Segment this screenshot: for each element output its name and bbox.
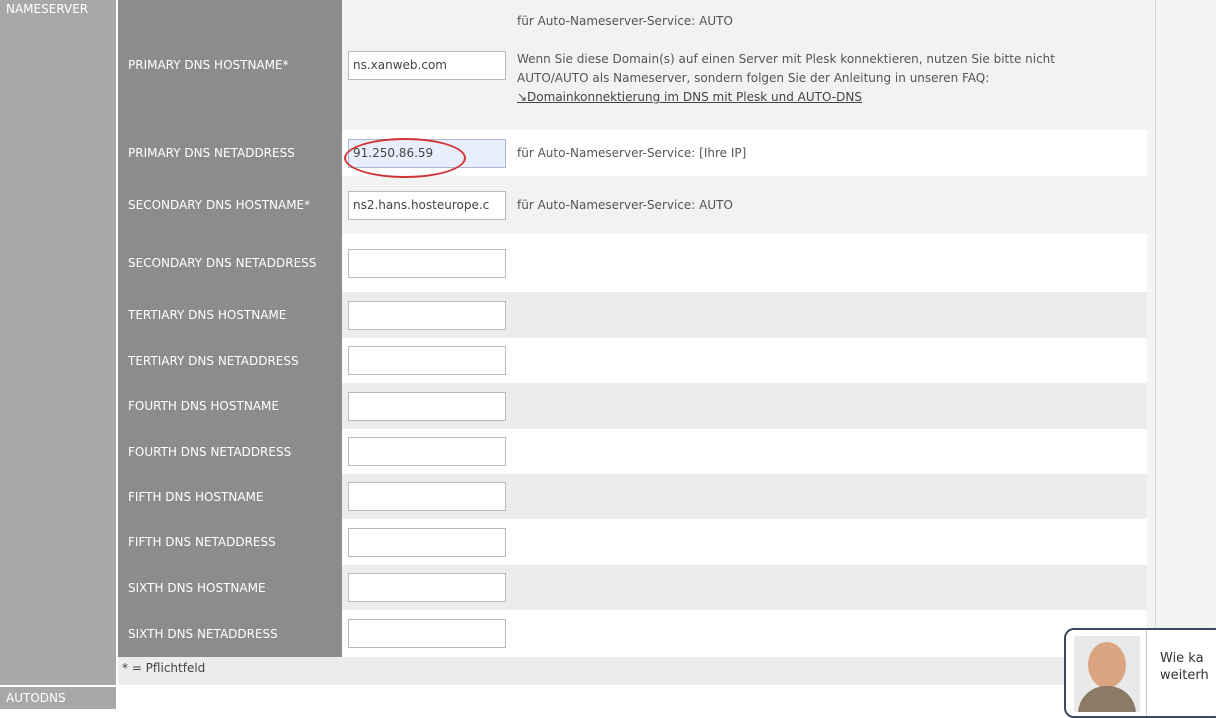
help-line: Wenn Sie diese Domain(s) auf einen Serve… [517, 52, 1055, 66]
tertiary-dns-hostname-input[interactable] [348, 300, 506, 330]
field-help [508, 292, 1147, 338]
sixth-dns-hostname-input[interactable] [348, 573, 506, 602]
row-fifth-dns-hostname: FIFTH DNS HOSTNAME [118, 474, 1147, 519]
row-primary-dns-netaddress: PRIMARY DNS NETADDRESS für Auto-Nameserv… [118, 130, 1147, 176]
row-sixth-dns-netaddress: SIXTH DNS NETADDRESS [118, 610, 1147, 657]
field-label: SIXTH DNS NETADDRESS [118, 610, 342, 657]
field-label: FOURTH DNS NETADDRESS [118, 429, 342, 474]
faq-link[interactable]: ↘Domainkonnektierung im DNS mit Plesk un… [517, 90, 862, 104]
field-help [508, 610, 1147, 657]
fifth-dns-netaddress-input[interactable] [348, 527, 506, 557]
chat-widget[interactable]: Wie ka weiterh [1064, 628, 1216, 718]
field-label: FIFTH DNS NETADDRESS [118, 519, 342, 565]
field-label: FOURTH DNS HOSTNAME [118, 383, 342, 429]
field-help [508, 565, 1147, 610]
field-label: PRIMARY DNS HOSTNAME* [118, 0, 342, 130]
field-help: für Auto-Nameserver-Service: AUTO [508, 176, 1147, 234]
row-secondary-dns-netaddress: SECONDARY DNS NETADDRESS [118, 234, 1147, 292]
row-tertiary-dns-hostname: TERTIARY DNS HOSTNAME [118, 292, 1147, 338]
secondary-dns-netaddress-input[interactable] [348, 248, 506, 278]
field-label: FIFTH DNS HOSTNAME [118, 474, 342, 519]
field-label: SECONDARY DNS HOSTNAME* [118, 176, 342, 234]
sixth-dns-netaddress-input[interactable] [348, 619, 506, 648]
required-field-note: * = Pflichtfeld [118, 657, 1147, 685]
row-fourth-dns-netaddress: FOURTH DNS NETADDRESS [118, 429, 1147, 474]
row-secondary-dns-hostname: SECONDARY DNS HOSTNAME* für Auto-Nameser… [118, 176, 1147, 234]
right-gutter [1147, 0, 1216, 709]
row-primary-dns-hostname: PRIMARY DNS HOSTNAME* für Auto-Nameserve… [118, 0, 1147, 130]
field-label: PRIMARY DNS NETADDRESS [118, 130, 342, 176]
primary-dns-netaddress-input[interactable] [348, 138, 506, 168]
secondary-dns-hostname-input[interactable] [348, 190, 506, 220]
section-label-nameserver: NAMESERVER [0, 0, 116, 685]
help-line: AUTO/AUTO als Nameserver, sondern folgen… [517, 71, 990, 85]
row-fourth-dns-hostname: FOURTH DNS HOSTNAME [118, 383, 1147, 429]
field-label: SECONDARY DNS NETADDRESS [118, 234, 342, 292]
field-help [508, 429, 1147, 474]
field-help [508, 338, 1147, 383]
section-label-autodns: AUTODNS [0, 687, 116, 709]
help-line: für Auto-Nameserver-Service: AUTO [517, 14, 733, 28]
field-help [508, 519, 1147, 565]
fifth-dns-hostname-input[interactable] [348, 482, 506, 511]
field-label: SIXTH DNS HOSTNAME [118, 565, 342, 610]
field-label: TERTIARY DNS NETADDRESS [118, 338, 342, 383]
field-help [508, 383, 1147, 429]
row-tertiary-dns-netaddress: TERTIARY DNS NETADDRESS [118, 338, 1147, 383]
row-fifth-dns-netaddress: FIFTH DNS NETADDRESS [118, 519, 1147, 565]
row-sixth-dns-hostname: SIXTH DNS HOSTNAME [118, 565, 1147, 610]
support-agent-avatar [1074, 636, 1140, 712]
tertiary-dns-netaddress-input[interactable] [348, 346, 506, 375]
field-label: TERTIARY DNS HOSTNAME [118, 292, 342, 338]
fourth-dns-netaddress-input[interactable] [348, 437, 506, 466]
field-help [508, 474, 1147, 519]
section-column: NAMESERVER AUTODNS [0, 0, 116, 709]
field-help: für Auto-Nameserver-Service: [Ihre IP] [508, 130, 1147, 176]
chat-prompt: Wie ka weiterh [1160, 651, 1209, 683]
primary-dns-hostname-input[interactable] [348, 50, 506, 80]
field-help [508, 234, 1147, 292]
field-help: für Auto-Nameserver-Service: AUTO Wenn S… [508, 0, 1147, 130]
fourth-dns-hostname-input[interactable] [348, 391, 506, 421]
